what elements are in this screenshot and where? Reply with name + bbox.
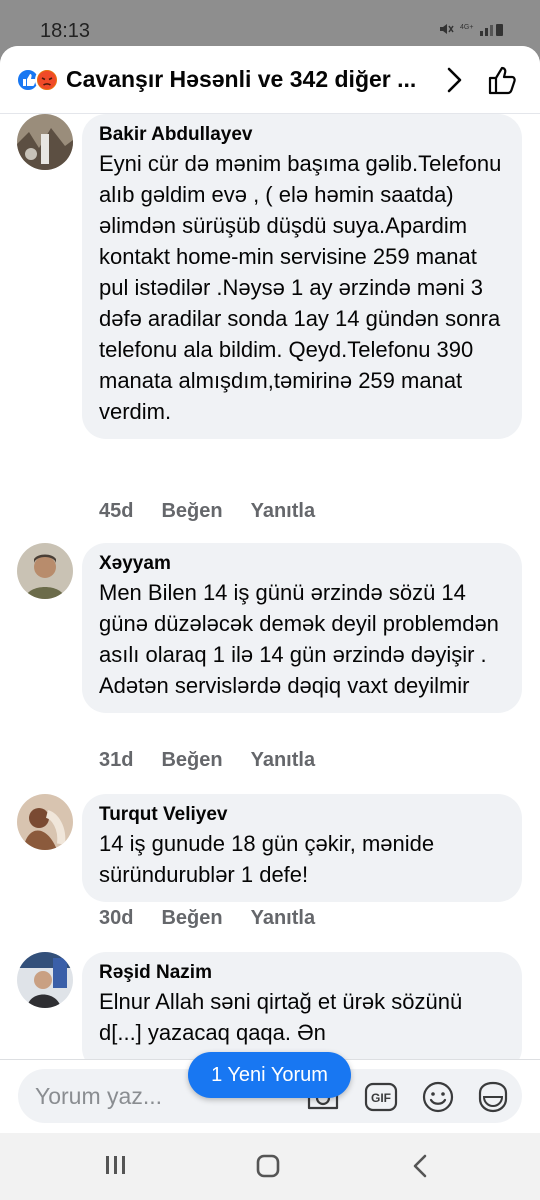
comment-text: Men Bilen 14 iş günü ərzində sözü 14 gün… xyxy=(99,580,499,698)
svg-text:GIF: GIF xyxy=(371,1091,391,1105)
comment-author[interactable]: Rəşid Nazim xyxy=(99,960,505,986)
mute-icon xyxy=(440,24,454,34)
comment-author[interactable]: Xəyyam xyxy=(99,551,505,577)
back-icon[interactable] xyxy=(408,1153,432,1179)
reactions-summary xyxy=(16,68,59,92)
comment-time[interactable]: 30d xyxy=(99,907,133,930)
avatar[interactable] xyxy=(17,114,73,170)
comment-actions: 31d Beğen Yanıtla xyxy=(99,749,315,772)
reactions-title[interactable]: Cavanşır Həsənli ve 342 diğer ... xyxy=(66,66,416,93)
svg-text:4G+: 4G+ xyxy=(460,24,473,31)
comment-time[interactable]: 31d xyxy=(99,749,133,772)
reply-comment-button[interactable]: Yanıtla xyxy=(251,749,315,772)
comment-actions: 45d Beğen Yanıtla xyxy=(99,500,315,523)
system-nav-bar xyxy=(0,1133,540,1200)
signal-icon: 4G+ xyxy=(460,24,503,36)
comment-bubble[interactable]: Bakir Abdullayev Eyni cür də mənim başım… xyxy=(82,114,522,439)
status-time: 18:13 xyxy=(40,20,91,42)
status-bar: 18:13 4G+ xyxy=(0,0,540,48)
avatar[interactable] xyxy=(17,794,73,850)
thumbs-up-icon[interactable] xyxy=(486,64,518,96)
comment-bubble[interactable]: Rəşid Nazim Elnur Allah səni qirtağ et ü… xyxy=(82,952,522,1061)
comment-text: Eyni cür də mənim başıma gəlib.Telefonu … xyxy=(99,151,502,424)
reply-comment-button[interactable]: Yanıtla xyxy=(251,500,315,523)
avatar[interactable] xyxy=(17,543,73,599)
gif-icon[interactable]: GIF xyxy=(363,1079,399,1115)
reactions-header[interactable]: Cavanşır Həsənli ve 342 diğer ... xyxy=(0,46,540,114)
emoji-icon[interactable] xyxy=(420,1079,456,1115)
sticker-icon[interactable] xyxy=(475,1079,511,1115)
comment-bubble[interactable]: Turqut Veliyev 14 iş gunude 18 gün çəkir… xyxy=(82,794,522,902)
comment-text: Elnur Allah səni qirtağ et ürək sözünü d… xyxy=(99,989,463,1045)
comment-time[interactable]: 45d xyxy=(99,500,133,523)
like-comment-button[interactable]: Beğen xyxy=(161,749,222,772)
like-comment-button[interactable]: Beğen xyxy=(161,907,222,930)
like-comment-button[interactable]: Beğen xyxy=(161,500,222,523)
new-comments-button[interactable]: 1 Yeni Yorum xyxy=(188,1052,351,1098)
avatar[interactable] xyxy=(17,952,73,1008)
status-icons: 4G+ xyxy=(438,21,504,37)
comment-author[interactable]: Bakir Abdullayev xyxy=(99,122,505,148)
reply-comment-button[interactable]: Yanıtla xyxy=(251,907,315,930)
home-icon[interactable] xyxy=(255,1153,281,1179)
comment-actions: 30d Beğen Yanıtla xyxy=(99,907,315,930)
comment-text: 14 iş gunude 18 gün çəkir, mənide süründ… xyxy=(99,831,435,887)
chevron-right-icon[interactable] xyxy=(442,66,466,94)
comment-input-placeholder[interactable]: Yorum yaz... xyxy=(35,1083,162,1110)
comment-author[interactable]: Turqut Veliyev xyxy=(99,802,505,828)
comment-bubble[interactable]: Xəyyam Men Bilen 14 iş günü ərzində sözü… xyxy=(82,543,522,713)
comments-sheet: Cavanşır Həsənli ve 342 diğer ... Bakir … xyxy=(0,46,540,1133)
angry-reaction-icon xyxy=(35,68,59,92)
recent-apps-icon[interactable] xyxy=(104,1153,128,1177)
comment-list[interactable]: Bakir Abdullayev Eyni cür də mənim başım… xyxy=(0,46,540,1061)
